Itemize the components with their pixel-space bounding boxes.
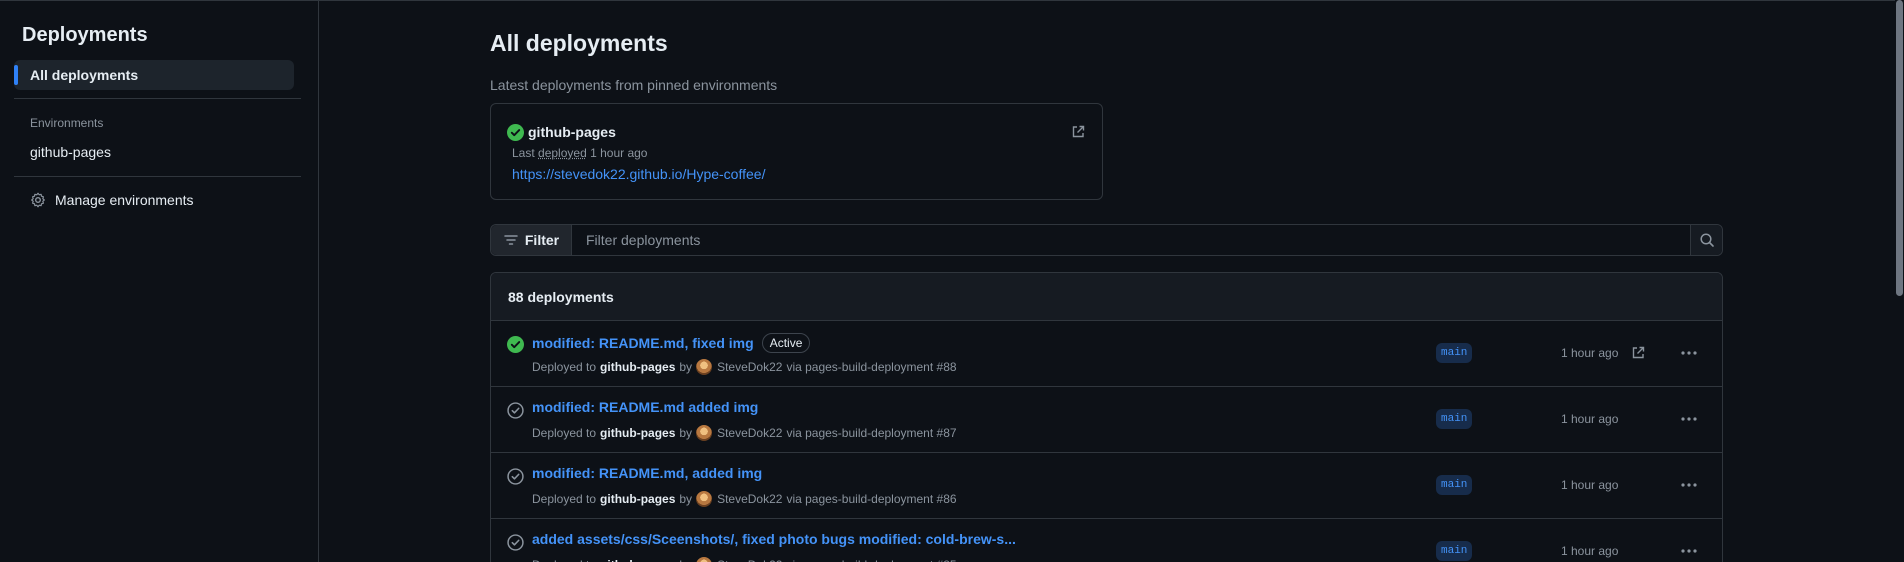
filter-bar: Filter bbox=[490, 224, 1723, 256]
pinned-subtitle: Latest deployments from pinned environme… bbox=[490, 77, 778, 93]
manage-environments-link[interactable]: Manage environments bbox=[30, 192, 194, 208]
kebab-more-icon[interactable] bbox=[1679, 543, 1699, 559]
external-link-icon[interactable] bbox=[1070, 124, 1086, 140]
deployment-row: modified: README.md, added img Deployed t… bbox=[491, 453, 1722, 519]
deployment-meta: Deployed togithub-pagesby SteveDok22 via p… bbox=[532, 491, 957, 507]
environment-name: github-pages bbox=[600, 558, 675, 562]
by-label: by bbox=[679, 360, 693, 374]
filter-deployments-input[interactable] bbox=[572, 225, 1690, 255]
scrollbar-thumb[interactable] bbox=[1896, 0, 1903, 296]
sidebar-divider bbox=[14, 176, 301, 177]
commit-message[interactable]: modified: README.md added img bbox=[532, 399, 758, 415]
external-link-icon[interactable] bbox=[1630, 345, 1646, 361]
deployment-row: added assets/css/Sceenshots/, fixed phot… bbox=[491, 519, 1722, 562]
sidebar-divider bbox=[14, 98, 301, 99]
sidebar-item-label: All deployments bbox=[30, 67, 139, 83]
avatar[interactable] bbox=[696, 557, 713, 562]
commit-message[interactable]: modified: README.md, fixed img bbox=[532, 335, 754, 351]
check-circle-outline-icon bbox=[507, 534, 524, 551]
deployment-row: modified: README.md, fixed img Active Depl… bbox=[491, 321, 1722, 387]
last-prefix: Last bbox=[512, 146, 535, 160]
check-circle-outline-icon bbox=[507, 402, 524, 419]
workflow-run[interactable]: via pages-build-deployment #87 bbox=[786, 426, 956, 440]
workflow-run[interactable]: via pages-build-deployment #86 bbox=[786, 492, 956, 506]
active-indicator bbox=[14, 65, 18, 85]
workflow-run[interactable]: via pages-build-deployment #88 bbox=[786, 360, 956, 374]
deployed-to-label: Deployed to bbox=[532, 492, 597, 506]
branch-label[interactable]: main bbox=[1436, 475, 1473, 495]
pinned-environment-url[interactable]: https://stevedok22.github.io/Hype-coffee… bbox=[512, 166, 765, 182]
branch-label[interactable]: main bbox=[1436, 343, 1473, 363]
deployment-meta: Deployed to github-pages by SteveDok22 via p… bbox=[532, 557, 957, 562]
deployment-meta: Deployed togithub-pagesby SteveDok22 via p… bbox=[532, 359, 957, 375]
pinned-last-deployed: Last deployed 1 hour ago bbox=[512, 146, 647, 160]
last-time: 1 hour ago bbox=[590, 146, 648, 160]
environment-name: github-pages bbox=[600, 360, 676, 374]
status-badge: Active bbox=[761, 333, 811, 353]
kebab-more-icon[interactable] bbox=[1679, 411, 1699, 427]
deployment-time: 1 hour ago bbox=[1561, 544, 1619, 558]
search-icon bbox=[1699, 233, 1714, 247]
deployment-commit-link[interactable]: modified: README.md added img bbox=[532, 399, 758, 415]
deployed-to-label: Deployed to bbox=[532, 558, 596, 562]
environment-name: github-pages bbox=[600, 426, 676, 440]
deployment-meta: Deployed togithub-pagesby SteveDok22 via p… bbox=[532, 425, 957, 441]
deployed-to-label: Deployed to bbox=[532, 360, 597, 374]
manage-environments-label: Manage environments bbox=[55, 192, 194, 208]
branch-label[interactable]: main bbox=[1436, 409, 1473, 429]
filter-button[interactable]: Filter bbox=[491, 225, 572, 255]
workflow-run[interactable]: via pages-build-deployment #85 bbox=[786, 558, 956, 562]
filter-icon bbox=[504, 235, 518, 245]
environments-heading: Environments bbox=[30, 116, 104, 130]
sidebar-item-all-deployments[interactable]: All deployments bbox=[14, 60, 294, 90]
deployment-time: 1 hour ago bbox=[1561, 346, 1619, 360]
deployment-time: 1 hour ago bbox=[1561, 412, 1619, 426]
sidebar: Deployments All deployments Environments… bbox=[0, 0, 319, 562]
scrollbar-track[interactable] bbox=[1895, 0, 1904, 562]
deployment-time: 1 hour ago bbox=[1561, 478, 1619, 492]
deployment-row: modified: README.md added img Deployed to… bbox=[491, 387, 1722, 453]
search-button[interactable] bbox=[1690, 225, 1722, 255]
user-name[interactable]: SteveDok22 bbox=[717, 426, 782, 440]
user-name[interactable]: SteveDok22 bbox=[717, 492, 782, 506]
deployment-commit-link[interactable]: modified: README.md, added img bbox=[532, 465, 762, 481]
commit-message[interactable]: added assets/css/Sceenshots/, fixed phot… bbox=[532, 531, 1016, 547]
user-name[interactable]: SteveDok22 bbox=[717, 360, 782, 374]
kebab-more-icon[interactable] bbox=[1679, 477, 1699, 493]
commit-message[interactable]: modified: README.md, added img bbox=[532, 465, 762, 481]
deployed-link[interactable]: deployed bbox=[538, 146, 587, 160]
by-label: by bbox=[679, 426, 693, 440]
deployment-commit-link[interactable]: modified: README.md, fixed img Active bbox=[532, 333, 811, 353]
avatar[interactable] bbox=[696, 491, 713, 507]
kebab-more-icon[interactable] bbox=[1679, 345, 1699, 361]
check-circle-outline-icon bbox=[507, 468, 524, 485]
pinned-environment-name: github-pages bbox=[528, 124, 616, 140]
check-circle-icon bbox=[507, 336, 524, 353]
avatar[interactable] bbox=[696, 359, 713, 375]
deployments-list: 88 deployments modified: README.md, fixe… bbox=[490, 272, 1723, 562]
deployment-commit-link[interactable]: added assets/css/Sceenshots/, fixed phot… bbox=[532, 531, 1016, 547]
deployments-count: 88 deployments bbox=[491, 273, 1722, 321]
deployed-to-label: Deployed to bbox=[532, 426, 597, 440]
avatar[interactable] bbox=[696, 425, 713, 441]
branch-label[interactable]: main bbox=[1436, 541, 1473, 561]
pinned-environment-card: github-pages Last deployed 1 hour ago ht… bbox=[490, 103, 1103, 200]
sidebar-title: Deployments bbox=[22, 24, 148, 46]
check-circle-icon bbox=[507, 124, 524, 141]
page-title: All deployments bbox=[490, 30, 668, 56]
environment-name: github-pages bbox=[600, 492, 676, 506]
by-label: by bbox=[679, 492, 693, 506]
sidebar-item-github-pages[interactable]: github-pages bbox=[30, 144, 111, 160]
filter-button-label: Filter bbox=[524, 232, 560, 248]
user-name[interactable]: SteveDok22 bbox=[717, 558, 782, 562]
gear-icon bbox=[31, 192, 45, 208]
by-label: by bbox=[679, 558, 692, 562]
